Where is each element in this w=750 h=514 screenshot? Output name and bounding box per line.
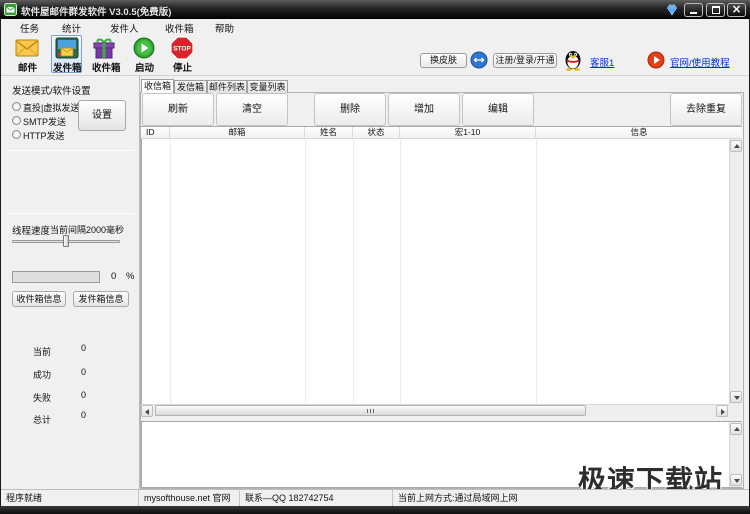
interval-text: 当前间隔2000毫秒 — [50, 225, 125, 235]
minimize-button[interactable] — [684, 3, 703, 17]
table-vertical-scrollbar[interactable] — [729, 139, 742, 404]
column-gridline — [536, 139, 537, 404]
col-header-status[interactable]: 状态 — [353, 127, 400, 139]
envelope-icon[interactable] — [15, 37, 39, 59]
play-green-icon[interactable] — [133, 37, 155, 59]
settings-button[interactable]: 设置 — [78, 100, 126, 131]
scroll-up-arrow-icon[interactable] — [730, 423, 742, 435]
website-tutorial-link[interactable]: 官网/使用教程 — [670, 55, 730, 69]
radio-smtp-send-label[interactable]: SMTP发送 — [23, 115, 66, 128]
log-vertical-scrollbar[interactable] — [729, 422, 742, 487]
edit-button[interactable]: 编辑 — [462, 93, 534, 126]
stat-failed-value: 0 — [81, 390, 87, 400]
skin-button[interactable]: 换皮肤 — [420, 53, 467, 68]
scroll-up-arrow-icon[interactable] — [730, 140, 742, 152]
close-icon: × — [731, 2, 742, 16]
column-gridline — [353, 139, 354, 404]
stat-success-value: 0 — [81, 367, 87, 377]
minimize-icon — [690, 12, 697, 14]
outbox-icon[interactable] — [55, 37, 79, 59]
add-button[interactable]: 增加 — [388, 93, 460, 126]
stop-sign-icon[interactable]: STOP — [170, 36, 194, 60]
red-play-icon[interactable] — [647, 51, 665, 69]
speed-slider-thumb[interactable] — [63, 235, 69, 247]
toolbar-outbox-label[interactable]: 发件箱 — [53, 60, 82, 74]
tab-outbox[interactable]: 发信箱 — [174, 80, 207, 93]
col-header-macro[interactable]: 宏1-10 — [400, 127, 536, 139]
scroll-left-arrow-icon[interactable] — [141, 405, 153, 417]
radio-http-send[interactable] — [12, 130, 21, 139]
status-website[interactable]: mysofthouse.net 官网 — [139, 489, 240, 506]
status-ready: 程序就绪 — [1, 489, 139, 506]
delete-button[interactable]: 删除 — [314, 93, 386, 126]
col-header-name[interactable]: 姓名 — [305, 127, 353, 139]
stat-total-value: 0 — [81, 410, 87, 420]
scrollbar-corner — [729, 404, 742, 417]
progress-value: 0 — [111, 271, 117, 282]
stat-current-label: 当前 — [33, 347, 52, 357]
app-envelope-icon — [4, 3, 17, 16]
progress-bar — [12, 271, 100, 283]
horizontal-scroll-thumb[interactable] — [155, 405, 586, 416]
col-header-id[interactable]: ID — [141, 127, 170, 139]
scroll-down-arrow-icon[interactable] — [730, 474, 742, 486]
radio-direct-send[interactable] — [12, 102, 21, 111]
stop-sign-text: STOP — [173, 46, 191, 53]
toolbar-mail-label[interactable]: 邮件 — [18, 60, 37, 74]
radio-direct-send-label[interactable]: 直投|虚拟发送 — [23, 101, 79, 114]
menu-sender[interactable]: 发件人 — [110, 21, 139, 35]
table-header: ID 邮箱 姓名 状态 宏1-10 信息 — [141, 127, 742, 139]
scroll-right-arrow-icon[interactable] — [716, 405, 728, 417]
status-network-mode: 当前上网方式:通过局域网上网 — [393, 489, 749, 506]
support-link[interactable]: 客服1 — [590, 55, 614, 69]
blue-gem-icon[interactable] — [666, 4, 678, 16]
qq-penguin-icon[interactable] — [562, 47, 584, 71]
menu-task[interactable]: 任务 — [20, 21, 39, 35]
col-header-info[interactable]: 信息 — [536, 127, 742, 139]
inbox-info-button[interactable]: 收件箱信息 — [12, 291, 66, 307]
stat-current-value: 0 — [81, 343, 87, 353]
col-header-email[interactable]: 邮箱 — [170, 127, 305, 139]
left-panel-separator — [8, 150, 135, 151]
toolbar-divider — [1, 75, 749, 76]
window-frame-bottom — [0, 506, 750, 514]
toolbar-start-label[interactable]: 启动 — [135, 60, 154, 74]
column-gridline — [305, 139, 306, 404]
tab-variable-list[interactable]: 变量列表 — [247, 80, 288, 93]
maximize-button[interactable] — [706, 3, 725, 17]
mail-table[interactable] — [141, 126, 742, 417]
left-panel-separator — [8, 213, 135, 214]
outbox-info-button[interactable]: 发件箱信息 — [73, 291, 129, 307]
menu-inbox[interactable]: 收件箱 — [165, 21, 194, 35]
column-gridline — [400, 139, 401, 404]
menu-statistics[interactable]: 统计 — [62, 21, 81, 35]
title-bar[interactable]: 软件屋邮件群发软件 V3.0.5(免费版) × — [0, 0, 750, 19]
toolbar-stop-label[interactable]: 停止 — [173, 60, 192, 74]
menu-help[interactable]: 帮助 — [215, 21, 234, 35]
maximize-icon — [712, 6, 720, 14]
gift-box-icon[interactable] — [92, 36, 116, 60]
progress-unit: % — [126, 271, 135, 282]
radio-smtp-send[interactable] — [12, 116, 21, 125]
remove-duplicates-button[interactable]: 去除重复 — [670, 93, 742, 126]
blue-arrows-icon[interactable] — [470, 51, 488, 69]
radio-http-send-label[interactable]: HTTP发送 — [23, 129, 65, 142]
toolbar-inbox-label[interactable]: 收件箱 — [92, 60, 121, 74]
stat-total-label: 总计 — [33, 415, 52, 425]
scroll-down-arrow-icon[interactable] — [730, 391, 742, 403]
tab-inbox[interactable]: 收信箱 — [141, 79, 174, 93]
close-button[interactable]: × — [727, 3, 746, 17]
clear-button[interactable]: 清空 — [216, 93, 288, 126]
refresh-button[interactable]: 刷新 — [142, 93, 214, 126]
stat-success-label: 成功 — [33, 370, 52, 380]
window-title: 软件屋邮件群发软件 V3.0.5(免费版) — [21, 7, 172, 18]
thread-speed-label: 线程速度 — [12, 226, 51, 237]
send-mode-title: 发送模式/软件设置 — [12, 86, 91, 97]
status-contact-qq: 联系—QQ 182742754 — [240, 489, 393, 506]
tab-mail-list[interactable]: 邮件列表 — [207, 80, 247, 93]
register-login-button[interactable]: 注册/登录/开通 — [493, 53, 557, 68]
column-gridline — [170, 139, 171, 404]
stat-failed-label: 失败 — [33, 393, 52, 403]
